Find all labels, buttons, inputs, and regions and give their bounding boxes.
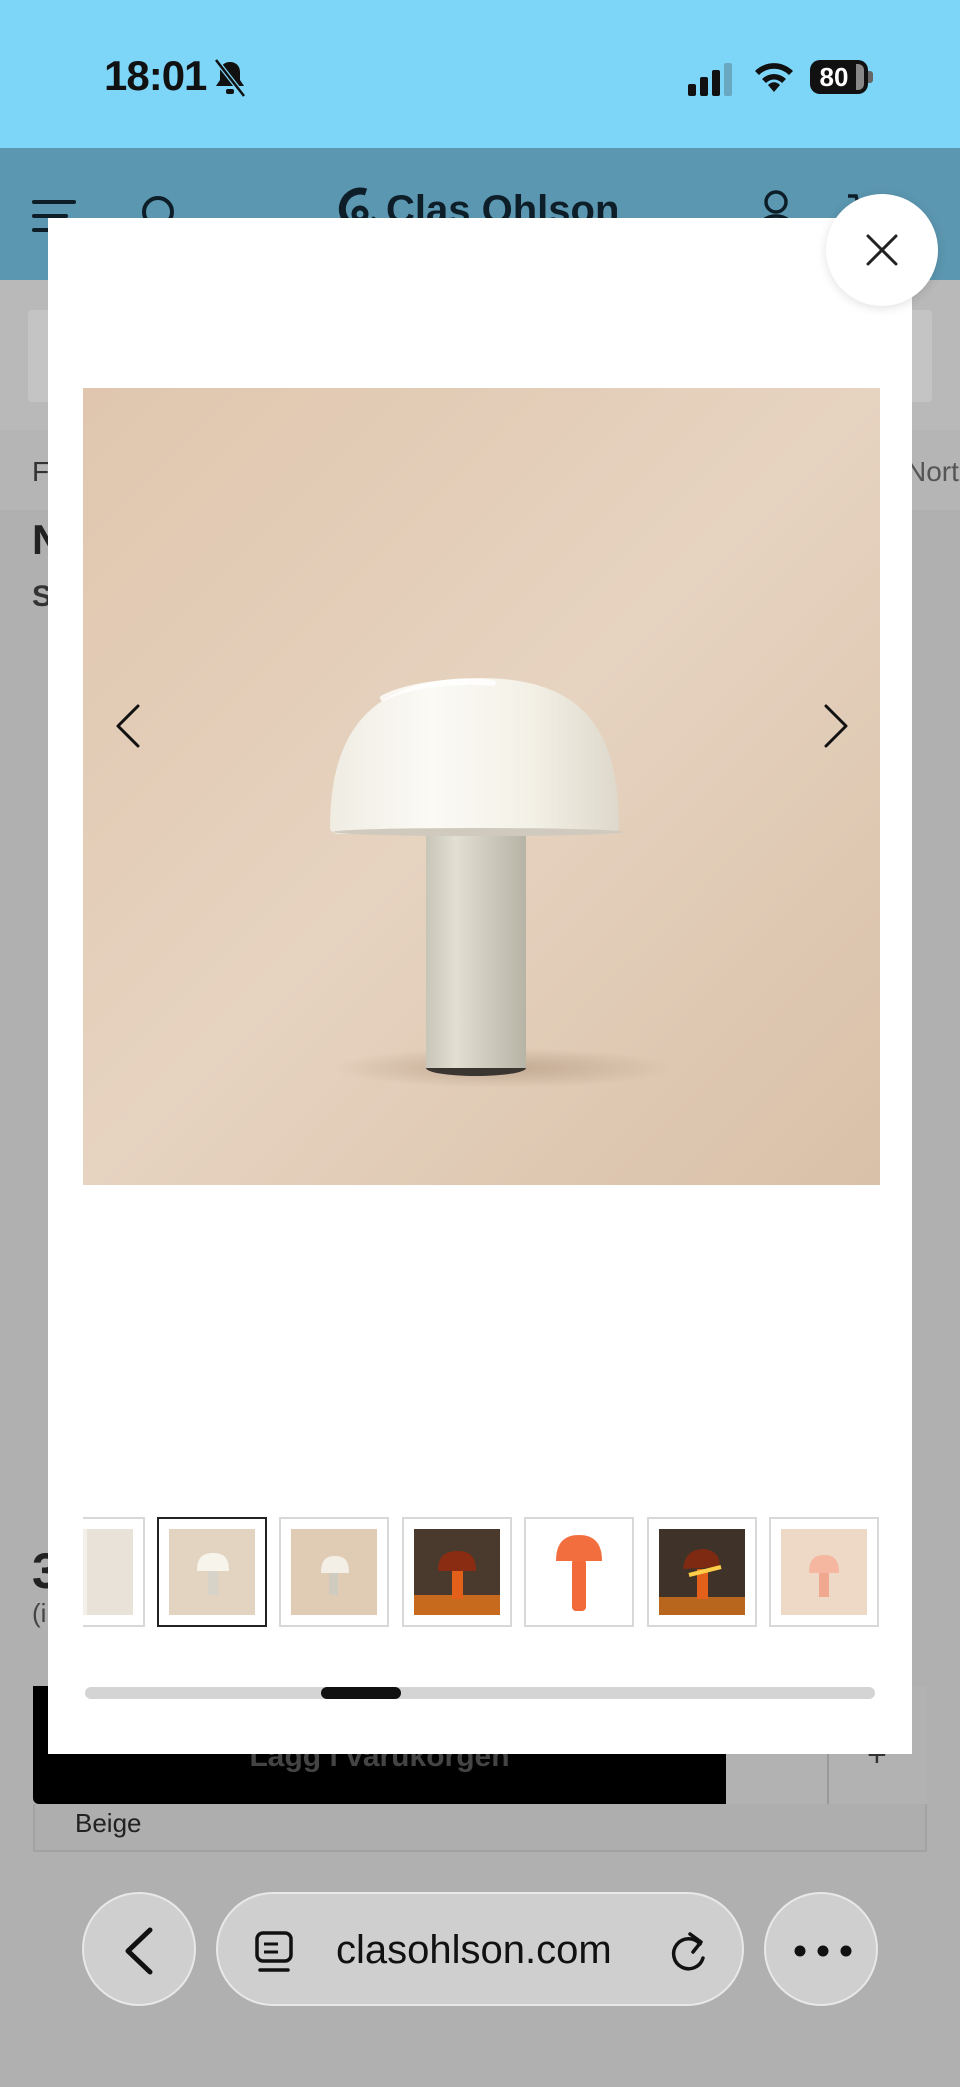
ellipsis-icon xyxy=(794,1945,852,1957)
url-text: clasohlson.com xyxy=(336,1928,612,1972)
thumbnail-image xyxy=(781,1529,867,1615)
status-time: 18:01 xyxy=(104,52,207,99)
thumbnail-2[interactable] xyxy=(279,1517,389,1627)
thumbnail-6[interactable] xyxy=(769,1517,879,1627)
battery-level: 80 xyxy=(819,62,849,92)
thumbnail-image xyxy=(659,1529,745,1615)
close-button[interactable] xyxy=(826,194,938,306)
main-product-image[interactable] xyxy=(83,388,880,1185)
previous-image-button[interactable] xyxy=(108,696,148,756)
variant-label: Beige xyxy=(75,1808,142,1838)
reload-icon[interactable] xyxy=(666,1928,710,1974)
address-bar[interactable]: clasohlson.com xyxy=(216,1892,744,2006)
signal-icon xyxy=(688,63,732,96)
thumbnail-image xyxy=(169,1529,255,1615)
wifi-icon xyxy=(755,63,793,92)
thumbnail-3[interactable] xyxy=(402,1517,512,1627)
image-gallery-modal xyxy=(48,218,912,1754)
mushroom-lamp-image xyxy=(83,388,880,1185)
next-image-button[interactable] xyxy=(816,696,856,756)
thumbnail-5[interactable] xyxy=(647,1517,757,1627)
thumbnail-image xyxy=(536,1529,622,1615)
bell-muted-icon xyxy=(214,58,246,98)
browser-back-button[interactable] xyxy=(82,1892,196,2006)
scrollbar-thumb[interactable] xyxy=(321,1687,401,1699)
thumbnail-image xyxy=(414,1529,500,1615)
thumbnail-scrollbar[interactable] xyxy=(85,1687,875,1699)
breadcrumb-left-text[interactable]: F xyxy=(32,456,49,488)
thumbnail-strip[interactable] xyxy=(83,1517,883,1629)
more-options-button[interactable] xyxy=(764,1892,878,2006)
price-note: (i xyxy=(32,1598,47,1628)
breadcrumb-right-text[interactable]: Nort xyxy=(906,456,959,488)
variant-selector[interactable]: Beige xyxy=(33,1804,927,1852)
thumbnail-1[interactable] xyxy=(157,1517,267,1627)
tabs-icon[interactable] xyxy=(254,1930,294,1974)
chevron-left-icon xyxy=(125,1927,153,1975)
battery-icon: 80 xyxy=(810,60,873,94)
status-bar: 18:01 80 xyxy=(0,0,960,148)
thumbnail-image xyxy=(83,1529,133,1615)
thumbnail-4[interactable] xyxy=(524,1517,634,1627)
close-icon xyxy=(866,234,898,266)
thumbnail-image xyxy=(291,1529,377,1615)
thumbnail-0[interactable] xyxy=(83,1517,145,1627)
